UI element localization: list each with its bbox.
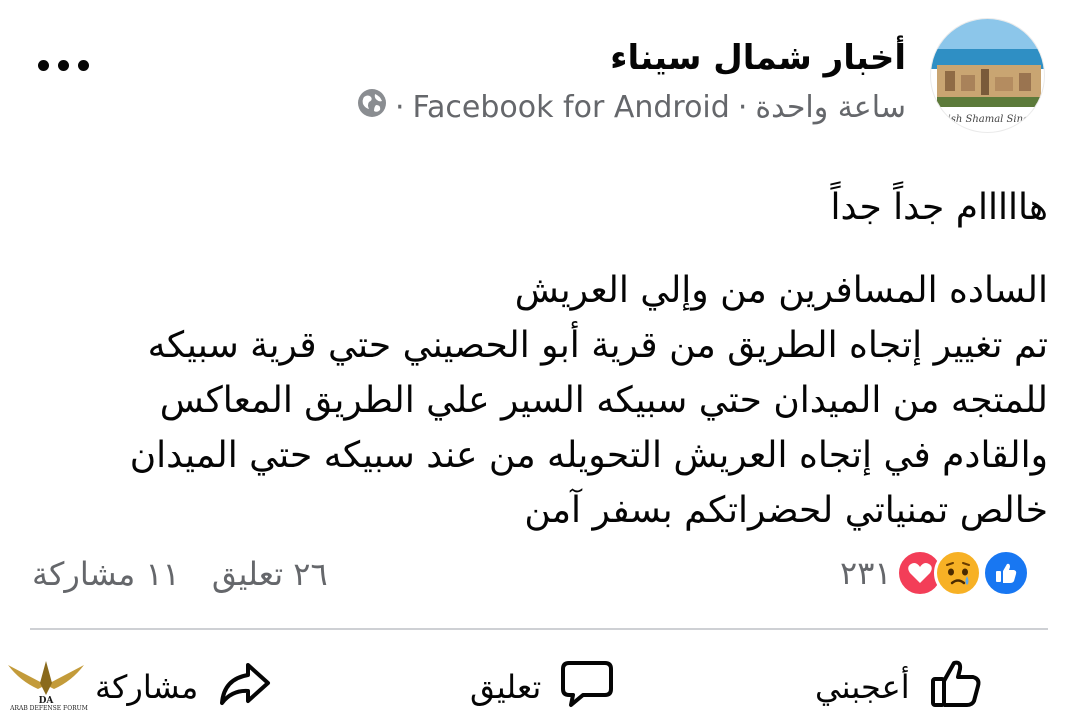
arab-defense-forum-logo: DA ARAB DEFENSE FORUM [0,655,92,726]
post-line: الساده المسافرين من وإلي العريش [514,270,1048,311]
like-reaction-icon [981,549,1030,597]
share-button[interactable]: مشاركة [95,655,272,719]
meta-separator: · [737,89,748,125]
post-body: هااااام جداً جداً الساده المسافرين من وإ… [118,180,1048,538]
sad-reaction-icon [933,549,982,597]
shares-count[interactable]: ١١ مشاركة [32,555,180,593]
avatar-caption: Arish Shamal Sina E [935,114,1040,125]
meta-separator: · [394,89,405,125]
post-source: Facebook for Android [412,89,730,125]
post-line: تم تغيير إتجاه الطريق من قرية أبو الحصين… [147,325,1048,366]
comments-count[interactable]: ٢٦ تعليق [212,555,328,593]
post-headline: هااااام جداً جداً [830,187,1048,228]
page-name[interactable]: أخبار شمال سيناء [610,38,906,78]
share-button-label: مشاركة [95,668,199,706]
watermark-text: ARAB DEFENSE FORUM [10,705,88,712]
comment-button[interactable]: تعليق [470,655,615,719]
post-line: والقادم في إتجاه العريش التحويله من عند … [129,435,1048,476]
reactions-count: ٢٣١ [840,554,892,592]
comment-button-label: تعليق [470,668,542,706]
thumbs-up-icon [928,655,984,719]
post-meta: ساعة واحدة · Facebook for Android · [347,88,906,126]
comment-icon [559,655,615,719]
more-horizontal-icon[interactable] [38,60,89,71]
post-line: خالص تمنياتي لحضراتكم بسفر آمن [524,490,1048,531]
globe-icon [357,88,387,126]
post-line: للمتجه من الميدان حتي سبيكه السير علي ال… [159,380,1048,421]
divider [30,628,1048,630]
like-button-label: أعجبني [815,668,910,706]
like-button[interactable]: أعجبني [815,655,984,719]
reactions-summary[interactable]: ٢٣١ [840,549,1030,597]
page-avatar[interactable]: Arish Shamal Sina E [930,18,1045,133]
share-icon [216,655,272,719]
engagement-stats: ٢٦ تعليق ١١ مشاركة [32,555,328,593]
post-time[interactable]: ساعة واحدة [755,90,906,125]
